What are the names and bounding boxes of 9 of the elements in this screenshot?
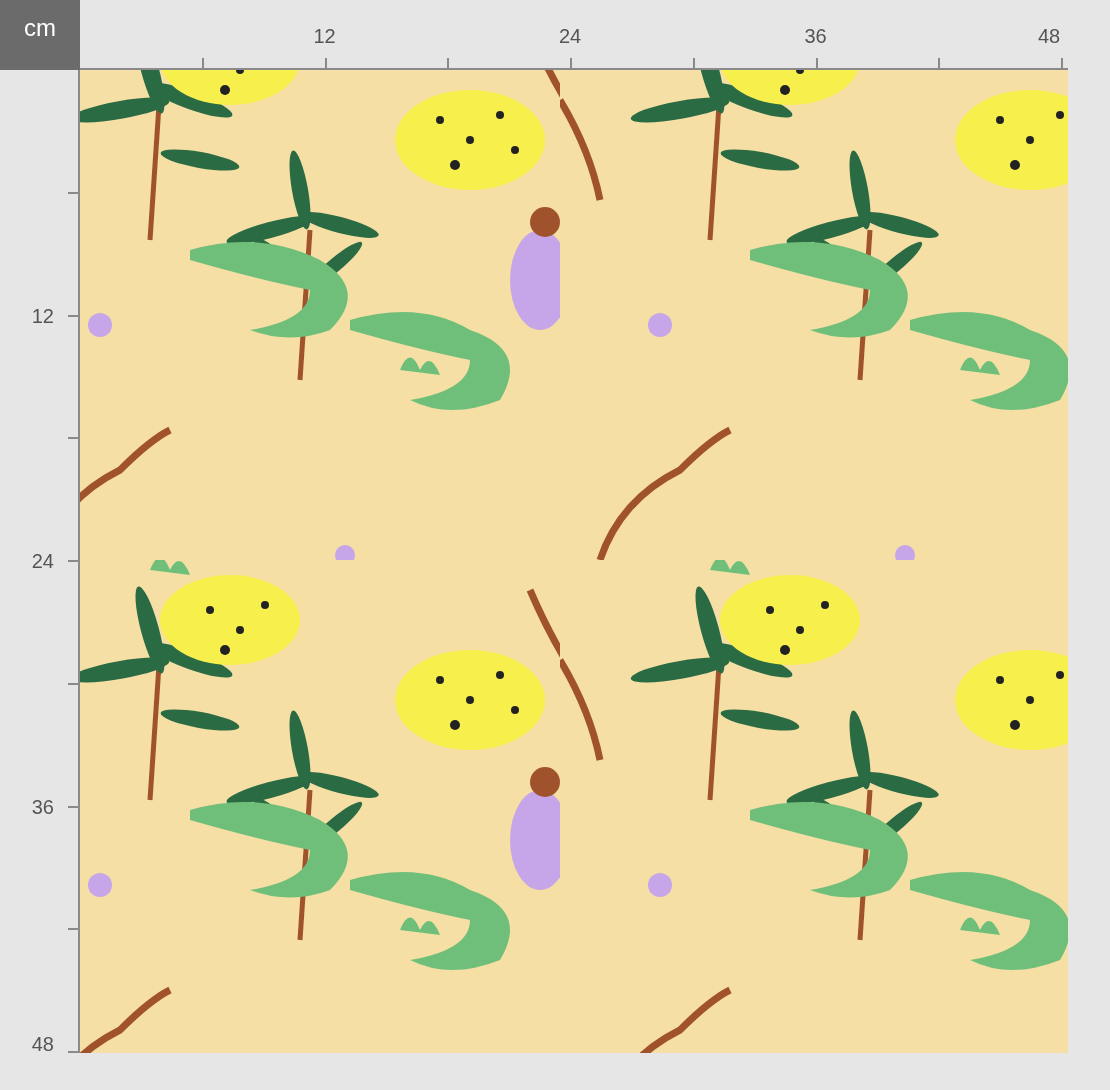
ruler-label: 24 xyxy=(559,26,582,46)
ruler-label: 12 xyxy=(31,305,54,326)
ruler-label: 36 xyxy=(804,26,827,46)
ruler-label: 48 xyxy=(31,1034,54,1054)
ruler-label: 24 xyxy=(31,551,54,571)
ruler-label: 36 xyxy=(31,796,54,817)
ruler-label: 48 xyxy=(1038,26,1061,46)
unit-label: cm xyxy=(24,16,56,40)
ruler-label: 12 xyxy=(313,26,336,46)
